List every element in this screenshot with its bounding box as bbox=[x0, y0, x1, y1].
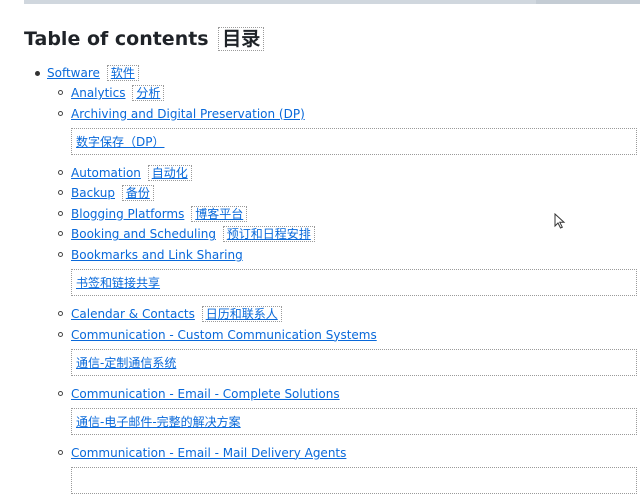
toc-subitem-link[interactable]: Booking and Scheduling bbox=[71, 227, 216, 241]
mouse-pointer-icon bbox=[554, 213, 566, 229]
heading-text: Table of contents bbox=[24, 28, 209, 50]
bullet-circle-icon bbox=[58, 110, 63, 116]
toc-subitem: Blogging Platforms 博客平台 bbox=[0, 204, 640, 224]
toc-subitem: Communication - Email - Complete Solutio… bbox=[0, 384, 640, 435]
toc-subitem-link[interactable]: Communication - Custom Communication Sys… bbox=[71, 328, 377, 342]
toc-subitem-translation[interactable]: 备份 bbox=[121, 185, 154, 202]
translation-block: 数字保存（DP） bbox=[71, 127, 637, 155]
bullet-circle-icon bbox=[58, 390, 63, 396]
toc-subitem: Bookmarks and Link Sharing 书签和链接共享 bbox=[0, 245, 640, 296]
toc-subitem: Communication - Email - Mail Delivery Ag… bbox=[0, 443, 640, 494]
toc-subitem-link[interactable]: Backup bbox=[71, 186, 115, 200]
bullet-circle-icon bbox=[58, 449, 63, 455]
toc-item-software: Software 软件 bbox=[0, 63, 640, 83]
bullet-circle-icon bbox=[58, 310, 63, 316]
toc-link-software-translation[interactable]: 软件 bbox=[106, 65, 139, 81]
bullet-disc-icon bbox=[35, 71, 40, 76]
bullet-circle-icon bbox=[58, 231, 63, 237]
bullet-circle-icon bbox=[58, 210, 63, 216]
table-of-contents: Software 软件 Analytics 分析 Archiving and Di… bbox=[0, 63, 640, 502]
translation-block: 通信-定制通信系统 bbox=[71, 348, 637, 376]
toc-subitem-link[interactable]: Automation bbox=[71, 166, 141, 180]
toc-subitem-translation[interactable]: 预订和日程安排 bbox=[222, 226, 315, 243]
heading-translation: 目录 bbox=[218, 27, 265, 51]
toc-subitem: Booking and Scheduling 预订和日程安排 bbox=[0, 224, 640, 244]
toc-link-software[interactable]: Software bbox=[47, 66, 100, 80]
toc-subitem-translation[interactable]: 通信-定制通信系统 bbox=[76, 356, 176, 370]
toc-subitem-translation[interactable]: 书签和链接共享 bbox=[76, 276, 160, 290]
toc-subitem: Communication - Custom Communication Sys… bbox=[0, 325, 640, 376]
toc-subitem-link[interactable]: Bookmarks and Link Sharing bbox=[71, 248, 243, 262]
bullet-circle-icon bbox=[58, 251, 63, 257]
toc-subitem: Calendar & Contacts 日历和联系人 bbox=[0, 304, 640, 324]
toc-sublist: Analytics 分析 Archiving and Digital Preser… bbox=[0, 83, 640, 494]
page-heading: Table of contents 目录 bbox=[24, 24, 265, 51]
toc-subitem: Archiving and Digital Preservation (DP) 数… bbox=[0, 104, 640, 155]
toc-subitem-translation[interactable]: 数字保存（DP） bbox=[76, 135, 164, 149]
bullet-circle-icon bbox=[58, 190, 63, 196]
toc-subitem: Automation 自动化 bbox=[0, 163, 640, 183]
toc-subitem-link[interactable]: Blogging Platforms bbox=[71, 207, 184, 221]
toc-subitem-translation[interactable]: 分析 bbox=[132, 85, 165, 101]
toc-subitem-translation[interactable]: 博客平台 bbox=[191, 205, 248, 222]
toc-subitem: Backup 备份 bbox=[0, 183, 640, 203]
bullet-circle-icon bbox=[58, 331, 63, 337]
translation-block: 通信-电子邮件-完整的解决方案 bbox=[71, 407, 637, 435]
toc-subitem-translation[interactable]: 日历和联系人 bbox=[201, 305, 282, 322]
top-divider-right bbox=[536, 0, 640, 4]
toc-subitem: Analytics 分析 bbox=[0, 83, 640, 103]
toc-subitem-link[interactable]: Archiving and Digital Preservation (DP) bbox=[71, 107, 305, 121]
toc-subitem-translation[interactable]: 自动化 bbox=[147, 164, 192, 181]
bullet-circle-icon bbox=[58, 90, 63, 95]
toc-subitem-link[interactable]: Communication - Email - Mail Delivery Ag… bbox=[71, 446, 346, 460]
toc-subitem-link[interactable]: Communication - Email - Complete Solutio… bbox=[71, 387, 340, 401]
translation-block: 书签和链接共享 bbox=[71, 268, 637, 296]
toc-subitem-link[interactable]: Analytics bbox=[71, 86, 126, 100]
translation-block bbox=[71, 466, 637, 494]
bullet-circle-icon bbox=[58, 169, 63, 175]
toc-subitem-translation[interactable]: 通信-电子邮件-完整的解决方案 bbox=[76, 415, 241, 429]
toc-subitem-link[interactable]: Calendar & Contacts bbox=[71, 307, 195, 321]
